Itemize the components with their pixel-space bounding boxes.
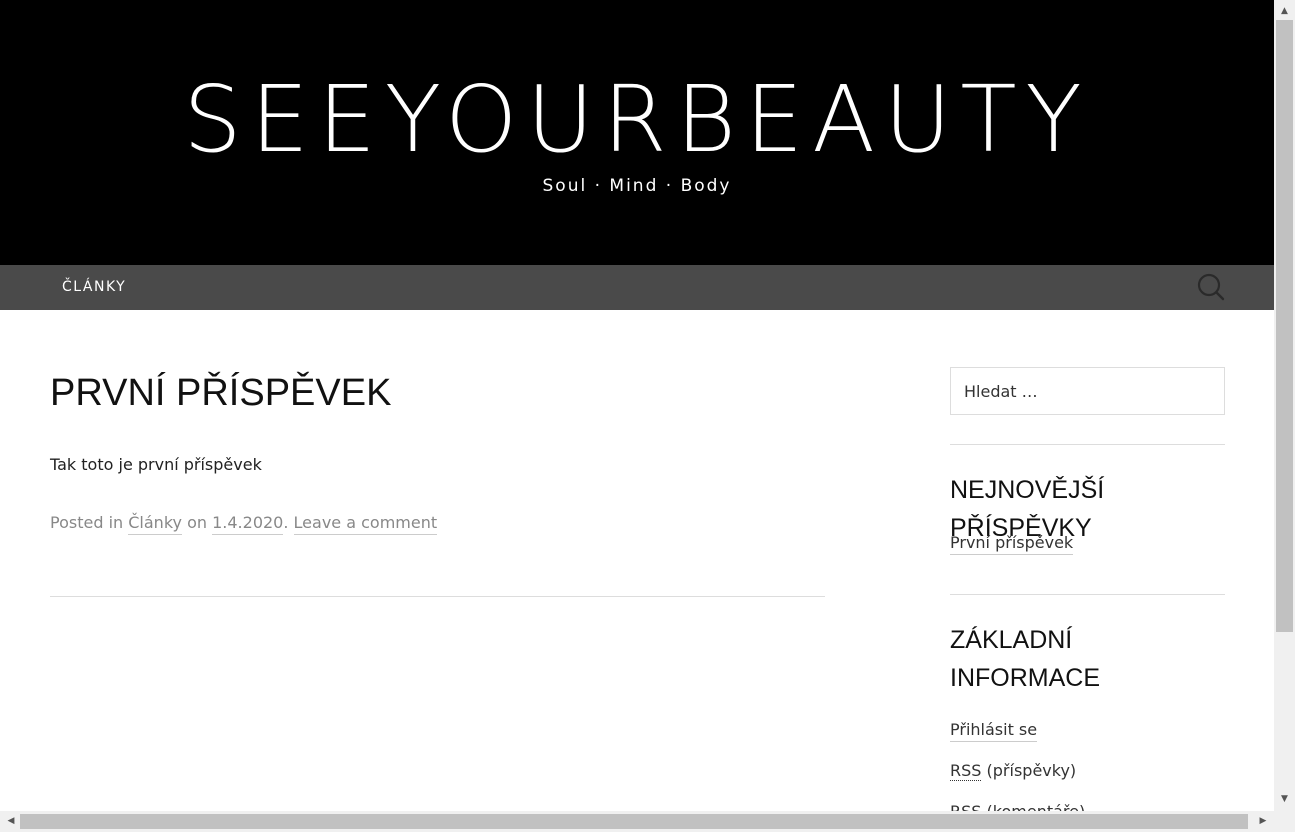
post-date-link[interactable]: 1.4.2020 bbox=[212, 513, 284, 535]
vertical-scrollbar[interactable]: ▲ ▼ bbox=[1274, 0, 1295, 811]
post-divider bbox=[50, 596, 825, 597]
site-title[interactable]: SEEYOURBEAUTY bbox=[0, 68, 1274, 172]
login-link[interactable]: Přihlásit se bbox=[950, 720, 1038, 742]
recent-post-link[interactable]: První příspěvek bbox=[950, 533, 1074, 555]
posted-in-label: Posted in bbox=[50, 513, 124, 532]
meta-widget-title: ZÁKLADNÍ INFORMACE bbox=[950, 621, 1230, 697]
meta-title-line1: ZÁKLADNÍ bbox=[950, 626, 1073, 654]
main-navigation: ČLÁNKY bbox=[0, 265, 1274, 310]
scroll-up-icon[interactable]: ▲ bbox=[1274, 2, 1295, 20]
leave-comment-link[interactable]: Leave a comment bbox=[293, 513, 438, 535]
meta-title-line2: INFORMACE bbox=[950, 664, 1100, 692]
horizontal-scroll-thumb[interactable] bbox=[20, 814, 1248, 829]
sidebar-divider bbox=[950, 594, 1225, 595]
search-icon[interactable] bbox=[1196, 272, 1226, 302]
rss-posts-link[interactable]: RSS (příspěvky) bbox=[950, 761, 1077, 781]
nav-item-clanky[interactable]: ČLÁNKY bbox=[62, 279, 126, 295]
post-title[interactable]: PRVNÍ PŘÍSPĚVEK bbox=[50, 372, 391, 415]
scroll-left-icon[interactable]: ◀ bbox=[2, 811, 20, 832]
on-label: on bbox=[187, 513, 208, 532]
sidebar-divider bbox=[950, 444, 1225, 445]
site-tagline: Soul · Mind · Body bbox=[542, 176, 732, 196]
scroll-down-icon[interactable]: ▼ bbox=[1274, 790, 1295, 808]
site-header: SEEYOURBEAUTY Soul · Mind · Body bbox=[0, 0, 1274, 265]
horizontal-scrollbar[interactable]: ◀ ▶ bbox=[0, 811, 1274, 832]
sidebar-search-input[interactable] bbox=[950, 367, 1225, 415]
rss-posts-label: (příspěvky) bbox=[986, 761, 1077, 780]
vertical-scroll-thumb[interactable] bbox=[1276, 20, 1293, 632]
post-meta: Posted in Články on 1.4.2020. Leave a co… bbox=[50, 513, 438, 535]
category-link[interactable]: Články bbox=[128, 513, 182, 535]
scrollbar-corner bbox=[1274, 811, 1295, 832]
rss-abbr: RSS bbox=[950, 761, 982, 781]
scroll-right-icon[interactable]: ▶ bbox=[1254, 811, 1272, 832]
post-content: Tak toto je první příspěvek bbox=[50, 455, 262, 474]
meta-separator: . bbox=[283, 513, 289, 532]
